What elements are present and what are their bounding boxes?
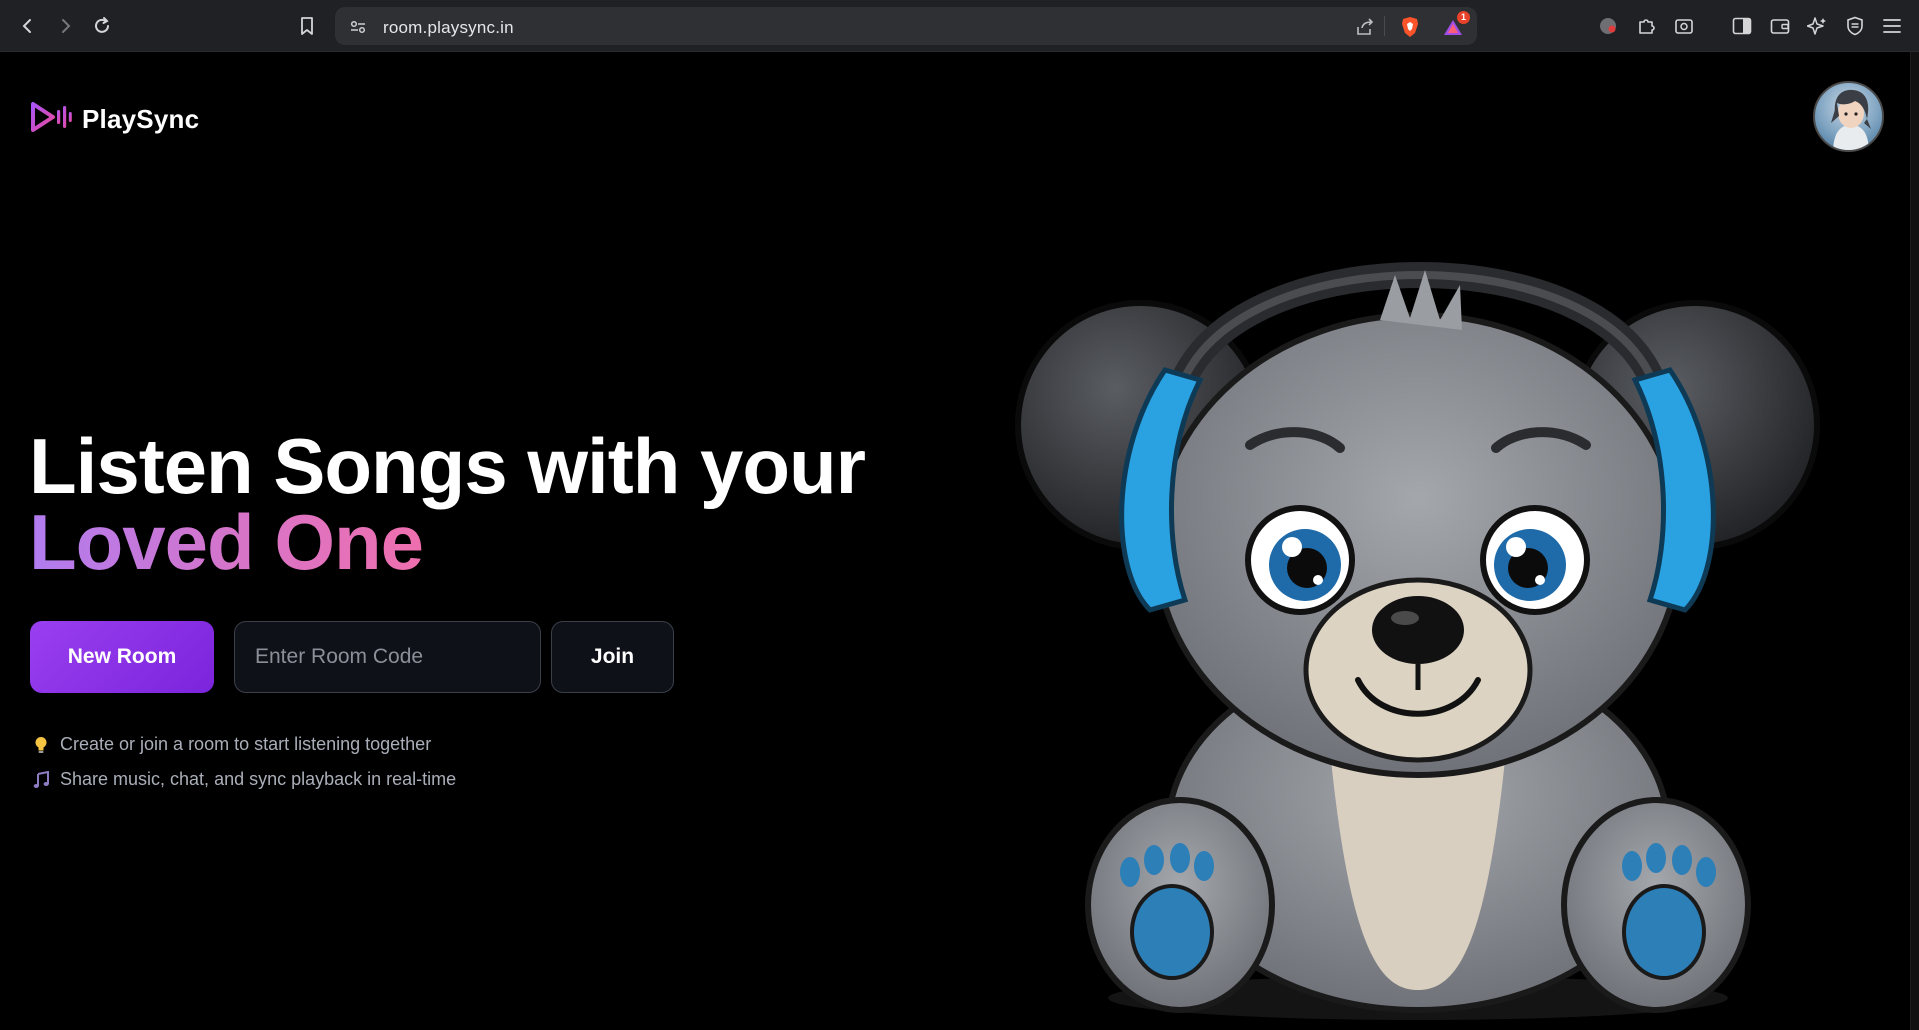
bear-with-headphones-illustration: [1000, 190, 1830, 1030]
menu-icon[interactable]: [1878, 12, 1906, 40]
reload-icon[interactable]: [88, 12, 116, 40]
brave-shield-icon[interactable]: [1399, 16, 1421, 38]
app-name: PlaySync: [82, 104, 200, 134]
tip-text: Create or join a room to start listening…: [60, 734, 432, 754]
extension-icon[interactable]: [1594, 12, 1622, 40]
leo-ai-icon[interactable]: [1803, 12, 1831, 40]
browser-toolbar: room.playsync.in 1: [0, 0, 1919, 52]
tip-item: Create or join a room to start listening…: [32, 734, 431, 755]
bookmark-icon[interactable]: [293, 12, 321, 40]
playsync-logo-icon: [30, 101, 72, 138]
vpn-icon[interactable]: [1841, 12, 1869, 40]
hero-title: Listen Songs with your Loved One: [29, 422, 866, 586]
new-room-button[interactable]: New Room: [30, 621, 214, 693]
app-logo[interactable]: PlaySync: [30, 101, 199, 138]
puzzle-icon[interactable]: [1632, 12, 1660, 40]
user-avatar[interactable]: [1813, 81, 1884, 152]
forward-icon[interactable]: [51, 12, 79, 40]
wallet-icon[interactable]: [1766, 12, 1794, 40]
tip-text: Share music, chat, and sync playback in …: [60, 769, 457, 789]
hero-title-highlight: Loved One: [29, 498, 424, 586]
tip-item: Share music, chat, and sync playback in …: [32, 769, 456, 790]
hero-title-line1: Listen Songs with your: [29, 422, 866, 510]
url-text[interactable]: room.playsync.in: [383, 18, 514, 38]
join-button[interactable]: Join: [551, 621, 674, 693]
screenshot-icon[interactable]: [1670, 12, 1698, 40]
address-bar[interactable]: room.playsync.in 1: [335, 7, 1477, 45]
notification-badge: 1: [1457, 11, 1470, 24]
room-code-input[interactable]: [234, 621, 541, 693]
lightbulb-icon: [32, 735, 50, 755]
site-settings-icon[interactable]: [347, 16, 369, 38]
page-scrollbar[interactable]: [1910, 52, 1919, 1030]
sidebar-icon[interactable]: [1728, 12, 1756, 40]
share-icon[interactable]: [1354, 16, 1376, 38]
back-icon[interactable]: [14, 12, 42, 40]
music-note-icon: [32, 770, 50, 790]
brave-rewards-icon[interactable]: 1: [1442, 11, 1470, 38]
